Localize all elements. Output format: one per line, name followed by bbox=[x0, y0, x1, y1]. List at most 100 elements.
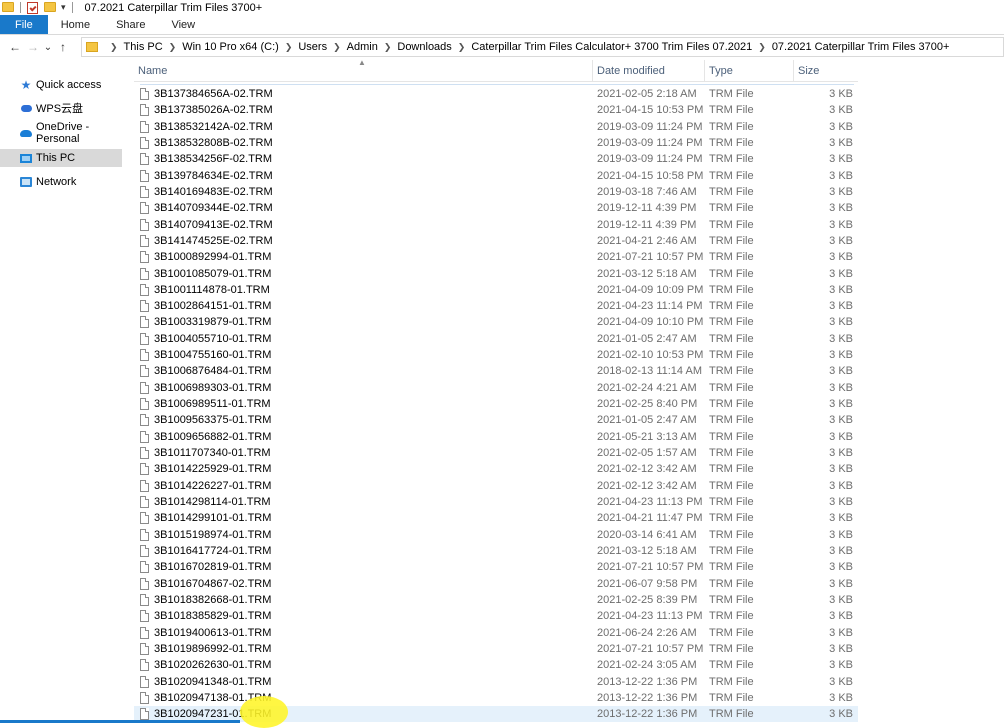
tab-home[interactable]: Home bbox=[48, 15, 103, 34]
table-row[interactable]: 3B1001114878-01.TRM 2021-04-09 10:09 PM TR… bbox=[134, 282, 858, 298]
breadcrumb-separator-icon[interactable]: ❯ bbox=[169, 42, 177, 53]
back-arrow-icon[interactable]: ← bbox=[6, 40, 24, 54]
tab-share[interactable]: Share bbox=[103, 15, 158, 34]
forward-arrow-icon[interactable]: → bbox=[24, 40, 42, 54]
table-row[interactable]: 3B141474525E-02.TRM 2021-04-21 2:46 AM TRM… bbox=[134, 233, 858, 249]
file-name: 3B1006876484-01.TRM bbox=[154, 365, 272, 378]
table-row[interactable]: 3B1001085079-01.TRM 2021-03-12 5:18 AM TRM… bbox=[134, 266, 858, 282]
table-row[interactable]: 3B1014225929-01.TRM 2021-02-12 3:42 AM TRM… bbox=[134, 461, 858, 477]
file-size: 3 KB bbox=[829, 349, 853, 362]
table-row[interactable]: 3B138532142A-02.TRM 2019-03-09 11:24 PM TR… bbox=[134, 119, 858, 135]
file-name-cell: 3B140709344E-02.TRM bbox=[140, 200, 273, 216]
folder-icon[interactable] bbox=[2, 1, 14, 14]
nav-item-quick-access[interactable]: ★ Quick access bbox=[0, 76, 122, 94]
breadcrumb-item[interactable]: Downloads bbox=[397, 41, 451, 53]
breadcrumb-separator-icon[interactable]: ❯ bbox=[285, 42, 293, 53]
breadcrumb-item[interactable]: Users bbox=[298, 41, 327, 53]
breadcrumb-separator-icon[interactable]: ❯ bbox=[333, 42, 341, 53]
file-size: 3 KB bbox=[829, 398, 853, 411]
file-date: 2019-03-18 7:46 AM bbox=[597, 185, 697, 198]
nav-item-onedrive[interactable]: OneDrive - Personal bbox=[0, 121, 122, 145]
up-arrow-icon[interactable]: ↑ bbox=[54, 40, 72, 54]
table-row[interactable]: 3B1019896992-01.TRM 2021-07-21 10:57 PM TR… bbox=[134, 641, 858, 657]
table-row[interactable]: 3B140709413E-02.TRM 2019-12-11 4:39 PM TRM… bbox=[134, 217, 858, 233]
table-row[interactable]: 3B1014226227-01.TRM 2021-02-12 3:42 AM TRM… bbox=[134, 478, 858, 494]
breadcrumb-item[interactable]: Caterpillar Trim Files Calculator+ 3700 … bbox=[471, 41, 752, 53]
file-date: 2021-04-15 10:53 PM bbox=[597, 104, 704, 117]
table-row[interactable]: 3B138534256F-02.TRM 2019-03-09 11:24 PM TR… bbox=[134, 151, 858, 167]
file-size: 3 KB bbox=[829, 234, 853, 247]
folder-icon bbox=[86, 42, 98, 52]
column-header-name[interactable]: Name bbox=[134, 60, 593, 82]
ribbon-tabs: File Home Share View bbox=[0, 15, 1004, 35]
file-icon bbox=[140, 610, 149, 623]
table-row[interactable]: 3B140169483E-02.TRM 2019-03-18 7:46 AM TRM… bbox=[134, 184, 858, 200]
table-row[interactable]: 3B1009563375-01.TRM 2021-01-05 2:47 AM TRM… bbox=[134, 412, 858, 428]
table-row[interactable]: 3B1009656882-01.TRM 2021-05-21 3:13 AM TRM… bbox=[134, 429, 858, 445]
new-folder-icon[interactable] bbox=[44, 1, 56, 14]
table-row[interactable]: 3B1000892994-01.TRM 2021-07-21 10:57 PM TR… bbox=[134, 249, 858, 265]
table-row[interactable]: 3B1006876484-01.TRM 2018-02-13 11:14 AM TR… bbox=[134, 363, 858, 379]
column-header-size[interactable]: Size bbox=[794, 60, 858, 82]
table-row[interactable]: 3B1018385829-01.TRM 2021-04-23 11:13 PM TR… bbox=[134, 608, 858, 624]
file-name: 3B1020941348-01.TRM bbox=[154, 675, 272, 688]
table-row[interactable]: 3B137385026A-02.TRM 2021-04-15 10:53 PM TR… bbox=[134, 102, 858, 118]
table-row[interactable]: 3B1015198974-01.TRM 2020-03-14 6:41 AM TRM… bbox=[134, 527, 858, 543]
tab-file[interactable]: File bbox=[0, 15, 48, 34]
breadcrumb-item[interactable]: Admin bbox=[347, 41, 378, 53]
table-row[interactable]: 3B1016417724-01.TRM 2021-03-12 5:18 AM TRM… bbox=[134, 543, 858, 559]
table-row[interactable]: 3B1006989511-01.TRM 2021-02-25 8:40 PM TRM… bbox=[134, 396, 858, 412]
breadcrumb[interactable]: ❯ This PC ❯ Win 10 Pro x64 (C:) ❯ Users … bbox=[81, 37, 1004, 57]
file-name: 3B1016417724-01.TRM bbox=[154, 544, 272, 557]
file-size: 3 KB bbox=[829, 202, 853, 215]
file-name: 3B1009656882-01.TRM bbox=[154, 430, 272, 443]
column-header-type[interactable]: Type bbox=[705, 60, 794, 82]
breadcrumb-item-current[interactable]: 07.2021 Caterpillar Trim Files 3700+ bbox=[772, 41, 950, 53]
table-row[interactable]: 3B1019400613-01.TRM 2021-06-24 2:26 AM TRM… bbox=[134, 625, 858, 641]
nav-item-this-pc[interactable]: This PC bbox=[0, 149, 122, 167]
breadcrumb-separator-icon[interactable]: ❯ bbox=[110, 42, 118, 53]
table-row[interactable]: 3B1016702819-01.TRM 2021-07-21 10:57 PM TR… bbox=[134, 559, 858, 575]
table-row[interactable]: 3B1014298114-01.TRM 2021-04-23 11:13 PM TR… bbox=[134, 494, 858, 510]
nav-item-network[interactable]: Network bbox=[0, 173, 122, 191]
table-row[interactable]: 3B1020941348-01.TRM 2013-12-22 1:36 PM TRM… bbox=[134, 674, 858, 690]
table-row[interactable]: 3B137384656A-02.TRM 2021-02-05 2:18 AM TRM… bbox=[134, 86, 858, 102]
breadcrumb-separator-icon[interactable]: ❯ bbox=[758, 42, 766, 53]
file-type: TRM File bbox=[709, 300, 754, 313]
properties-icon[interactable] bbox=[27, 1, 38, 14]
table-row[interactable]: 3B1003319879-01.TRM 2021-04-09 10:10 PM TR… bbox=[134, 314, 858, 330]
table-row[interactable]: 3B1014299101-01.TRM 2021-04-21 11:47 PM TR… bbox=[134, 510, 858, 526]
table-row[interactable]: 3B1006989303-01.TRM 2021-02-24 4:21 AM TRM… bbox=[134, 380, 858, 396]
table-row[interactable]: 3B140709344E-02.TRM 2019-12-11 4:39 PM TRM… bbox=[134, 200, 858, 216]
tab-view[interactable]: View bbox=[158, 15, 208, 34]
table-row[interactable]: 3B1004055710-01.TRM 2021-01-05 2:47 AM TRM… bbox=[134, 331, 858, 347]
table-row[interactable]: 3B139784634E-02.TRM 2021-04-15 10:58 PM TR… bbox=[134, 168, 858, 184]
column-header-date[interactable]: Date modified bbox=[593, 60, 705, 82]
table-row[interactable]: 3B1020262630-01.TRM 2021-02-24 3:05 AM TRM… bbox=[134, 657, 858, 673]
table-row[interactable]: 3B1011707340-01.TRM 2021-02-05 1:57 AM TRM… bbox=[134, 445, 858, 461]
file-type: TRM File bbox=[709, 512, 754, 525]
file-date: 2021-02-05 1:57 AM bbox=[597, 447, 697, 460]
file-type: TRM File bbox=[709, 414, 754, 427]
table-row[interactable]: 3B1018382668-01.TRM 2021-02-25 8:39 PM TRM… bbox=[134, 592, 858, 608]
file-date: 2019-12-11 4:39 PM bbox=[597, 202, 697, 215]
file-name-cell: 3B1014226227-01.TRM bbox=[140, 478, 271, 494]
customize-toolbar-chevron-icon[interactable]: ▾ bbox=[61, 2, 66, 13]
breadcrumb-separator-icon[interactable]: ❯ bbox=[458, 42, 466, 53]
table-row[interactable]: 3B138532808B-02.TRM 2019-03-09 11:24 PM TR… bbox=[134, 135, 858, 151]
table-row[interactable]: 3B1004755160-01.TRM 2021-02-10 10:53 PM TR… bbox=[134, 347, 858, 363]
nav-item-wps-cloud[interactable]: WPS云盘 bbox=[0, 99, 122, 117]
file-icon bbox=[140, 169, 149, 182]
table-row[interactable]: 3B1002864151-01.TRM 2021-04-23 11:14 PM TR… bbox=[134, 298, 858, 314]
breadcrumb-item[interactable]: Win 10 Pro x64 (C:) bbox=[182, 41, 279, 53]
breadcrumb-item[interactable]: This PC bbox=[124, 41, 163, 53]
file-type: TRM File bbox=[709, 349, 754, 362]
file-date: 2021-04-15 10:58 PM bbox=[597, 169, 704, 182]
breadcrumb-separator-icon[interactable]: ❯ bbox=[384, 42, 392, 53]
file-date: 2021-07-21 10:57 PM bbox=[597, 642, 704, 655]
table-row[interactable]: 3B1016704867-02.TRM 2021-06-07 9:58 PM TRM… bbox=[134, 576, 858, 592]
file-date: 2021-02-10 10:53 PM bbox=[597, 349, 704, 362]
recent-locations-chevron-icon[interactable]: ⌄ bbox=[42, 42, 54, 53]
file-date: 2021-02-24 4:21 AM bbox=[597, 381, 697, 394]
file-type: TRM File bbox=[709, 136, 754, 149]
